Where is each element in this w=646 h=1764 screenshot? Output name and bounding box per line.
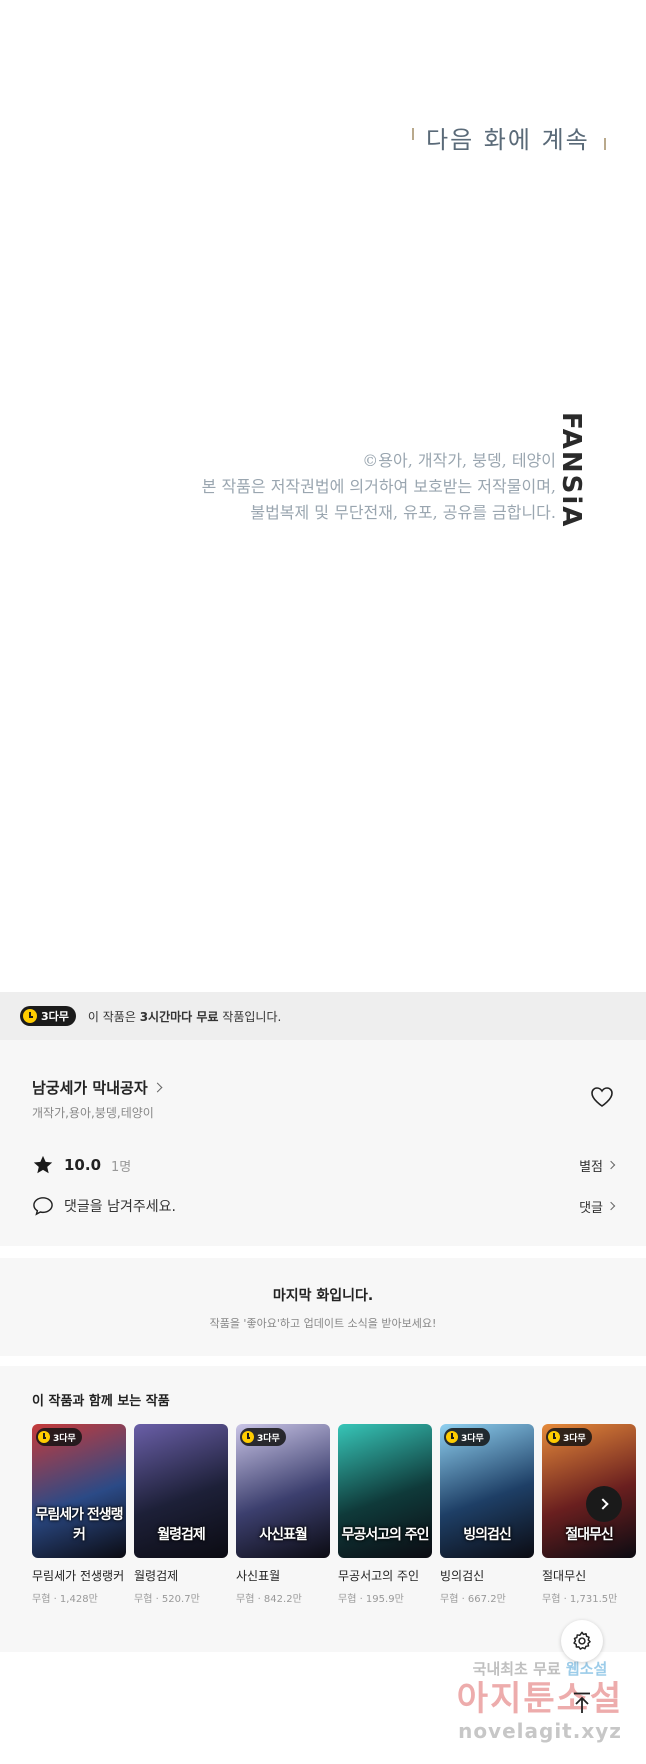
recommendations-title: 이 작품과 함께 보는 작품 [32, 1394, 170, 1409]
recommendation-cover[interactable]: 3다무절대무신 [542, 1424, 636, 1558]
rating-row: 10.0 1명 별점 [32, 1154, 616, 1176]
chevron-right-icon [152, 1082, 163, 1093]
copyright-line: ©용아, 개작가, 붕뎅, 테양이 [362, 451, 556, 470]
recommendation-meta: 무협 · 520.7만 [134, 1594, 200, 1605]
fansia-logo: FANSiA [556, 412, 588, 528]
cover-title-art: 사신표월 [259, 1527, 308, 1543]
work-authors: 개작가,용아,붕뎅,테양이 [32, 1106, 154, 1120]
watermark-line1-b: 웹소설 [565, 1660, 608, 1678]
recommendation-cover[interactable]: 3다무무림세가 전생랭커 [32, 1424, 126, 1558]
watermark-line2: 아지툰소설 [456, 1679, 624, 1719]
recommendation-title[interactable]: 월령검제 [134, 1568, 228, 1585]
watermark-line3: novelagit.xyz [458, 1719, 622, 1743]
cover-title-art: 무공서고의 주인 [341, 1527, 429, 1543]
cover-title-art: 월령검제 [157, 1527, 206, 1543]
free-message-suffix: 작품입니다. [218, 1009, 282, 1024]
free-badge-label: 3다무 [53, 1433, 76, 1444]
speech-bubble-icon [33, 1197, 53, 1216]
recommendation-meta: 무협 · 667.2만 [440, 1594, 506, 1605]
recommendation-title[interactable]: 사신표월 [236, 1568, 330, 1585]
chevron-right-icon [596, 1498, 609, 1510]
cover-title-art: 절대무신 [565, 1527, 614, 1543]
caption-bar-right [603, 138, 606, 150]
recommendation-meta: 무협 · 195.9만 [338, 1594, 404, 1605]
recommendation-cover[interactable]: 3다무빙의검신 [440, 1424, 534, 1558]
recommendation-card[interactable]: 3다무 무림세가 전생랭커 무림세가 전생랭커 무협 · 1,428만 [32, 1424, 126, 1605]
clock-icon [446, 1431, 458, 1443]
clock-icon [38, 1431, 50, 1443]
free-badge-label: 3다무 [563, 1433, 586, 1444]
heart-icon[interactable] [590, 1086, 614, 1108]
recommendation-meta: 무협 · 842.2만 [236, 1594, 302, 1605]
free-badge: 3다무 [444, 1428, 490, 1446]
copyright-line: 불법복제 및 무단전재, 유포, 공유를 금합니다. [250, 503, 556, 522]
cover-title-art: 무림세가 전생랭커 [35, 1507, 123, 1543]
next-arrow-button[interactable] [586, 1486, 622, 1522]
comment-placeholder: 댓글을 남겨주세요. [64, 1199, 176, 1215]
recommendation-card[interactable]: 무공서고의 주인 무공서고의 주인 무협 · 195.9만 [338, 1424, 432, 1605]
watermark-line1-a: 국내최초 무료 [472, 1660, 561, 1678]
last-episode-subtitle: 작품을 '좋아요'하고 업데이트 소식을 받아보세요! [209, 1317, 437, 1330]
rating-count: 1명 [111, 1159, 132, 1175]
recommendation-card[interactable]: 3다무 사신표월 사신표월 무협 · 842.2만 [236, 1424, 330, 1605]
free-badge: 3다무 [240, 1428, 286, 1446]
rating-link[interactable]: 별점 [579, 1156, 616, 1175]
recommendation-cover[interactable]: 무공서고의 주인 [338, 1424, 432, 1558]
clock-icon [242, 1431, 254, 1443]
free-message-prefix: 이 작품은 [87, 1009, 140, 1024]
scroll-top-button[interactable] [561, 1682, 603, 1724]
free-badge-label: 3다무 [41, 1010, 69, 1023]
free-badge-label: 3다무 [461, 1433, 484, 1444]
free-message: 이 작품은 3시간마다 무료 작품입니다. [88, 1008, 281, 1025]
free-message-highlight: 3시간마다 무료 [139, 1009, 219, 1024]
recommendation-card[interactable]: 월령검제 월령검제 무협 · 520.7만 [134, 1424, 228, 1605]
recommendation-title[interactable]: 무림세가 전생랭커 [32, 1568, 126, 1585]
star-icon [33, 1155, 53, 1174]
rating-value: 10.0 [64, 1156, 102, 1174]
recommendation-cover[interactable]: 월령검제 [134, 1424, 228, 1558]
last-episode-notice: 마지막 화입니다. 작품을 '좋아요'하고 업데이트 소식을 받아보세요! [0, 1258, 646, 1356]
fansia-logo-text: FANSiA [556, 412, 586, 529]
work-title: 남궁세가 막내공자 [32, 1079, 148, 1097]
last-episode-title: 마지막 화입니다. [272, 1288, 374, 1304]
recommendation-card[interactable]: 3다무 빙의검신 빙의검신 무협 · 667.2만 [440, 1424, 534, 1605]
recommendation-meta: 무협 · 1,731.5만 [542, 1594, 618, 1605]
comment-row[interactable]: 댓글을 남겨주세요. 댓글 [32, 1196, 616, 1216]
cover-title-art: 빙의검신 [463, 1527, 512, 1543]
arrow-up-icon [574, 1692, 590, 1713]
chevron-right-icon [606, 1201, 616, 1211]
recommendation-cover[interactable]: 3다무사신표월 [236, 1424, 330, 1558]
recommendation-title[interactable]: 빙의검신 [440, 1568, 534, 1585]
recommendations-section: 이 작품과 함께 보는 작품 3다무 무림세가 전생랭커 무림세가 전생랭커 무협 ·… [0, 1366, 646, 1652]
recommendations-list: 3다무 무림세가 전생랭커 무림세가 전생랭커 무협 · 1,428만 월령검제 월령검제… [32, 1424, 636, 1605]
copyright-line: 본 작품은 저작권법에 의거하여 보호받는 저작물이며, [201, 477, 556, 496]
free-badge: 3다무 [546, 1428, 592, 1446]
work-title-link[interactable]: 남궁세가 막내공자 [32, 1077, 163, 1098]
watermark: 국내최초 무료 웹소설 아지툰소설 novelagit.xyz [440, 1658, 640, 1743]
work-info-panel: 남궁세가 막내공자 개작가,용아,붕뎅,테양이 10.0 1명 별점 댓글을 남… [0, 1040, 646, 1246]
clock-icon [23, 1009, 37, 1023]
rating-link-label: 별점 [579, 1159, 603, 1175]
recommendation-title[interactable]: 절대무신 [542, 1568, 636, 1585]
caption-bar-left [412, 128, 414, 140]
comment-link-label: 댓글 [579, 1200, 603, 1216]
free-banner: 3다무 이 작품은 3시간마다 무료 작품입니다. [0, 992, 646, 1040]
to-be-continued-caption: 다음 화에 계속 [412, 124, 606, 156]
recommendation-title[interactable]: 무공서고의 주인 [338, 1568, 432, 1585]
free-badge-label: 3다무 [257, 1433, 280, 1444]
gear-icon [573, 1631, 591, 1650]
recommendation-meta: 무협 · 1,428만 [32, 1594, 98, 1605]
episode-image: 다음 화에 계속 ©용아, 개작가, 붕뎅, 테양이 본 작품은 저작권법에 의… [0, 0, 646, 992]
settings-button[interactable] [561, 1620, 603, 1662]
clock-icon [548, 1431, 560, 1443]
comment-link[interactable]: 댓글 [579, 1197, 616, 1216]
copyright-notice: ©용아, 개작가, 붕뎅, 테양이 본 작품은 저작권법에 의거하여 보호받는 … [202, 448, 556, 526]
free-badge: 3다무 [20, 1006, 76, 1026]
watermark-line1: 국내최초 무료 웹소설 [440, 1658, 640, 1679]
to-be-continued-text: 다음 화에 계속 [426, 126, 590, 154]
chevron-right-icon [606, 1160, 616, 1170]
free-badge: 3다무 [36, 1428, 82, 1446]
